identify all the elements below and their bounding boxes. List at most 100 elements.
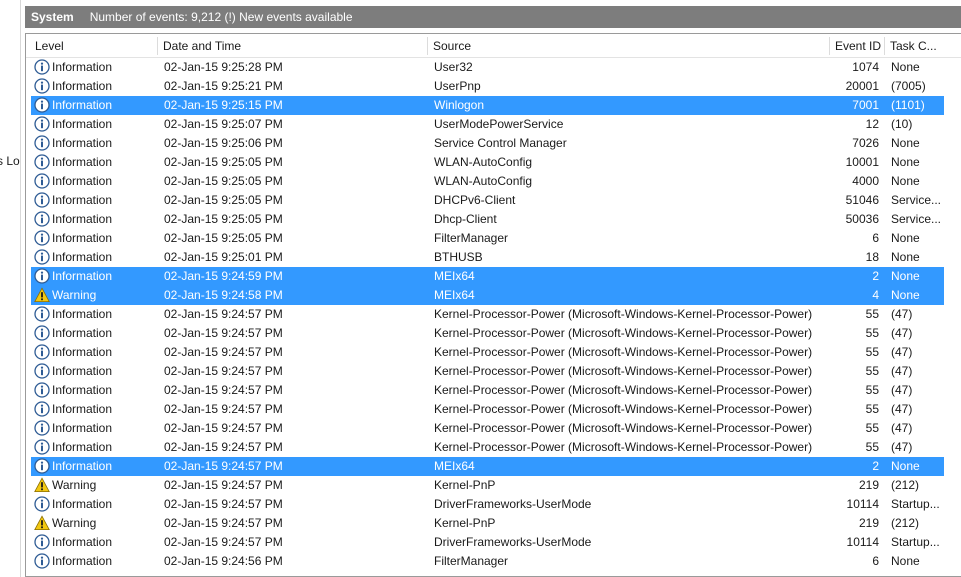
event-row[interactable]: Information 02-Jan-15 9:24:57 PM Kernel-Pr… bbox=[31, 419, 944, 438]
event-source: Kernel-Processor-Power (Microsoft-Window… bbox=[434, 421, 813, 435]
column-header-event-id[interactable]: Event ID bbox=[835, 34, 885, 57]
event-row[interactable]: Warning 02-Jan-15 9:24:57 PM Kernel-PnP 219… bbox=[31, 476, 944, 495]
navigation-pane-edge: s Lo bbox=[0, 0, 25, 577]
event-row[interactable]: Information 02-Jan-15 9:24:57 PM Kernel-Pr… bbox=[31, 324, 944, 343]
event-row[interactable]: Information 02-Jan-15 9:24:57 PM Kernel-Pr… bbox=[31, 400, 944, 419]
event-row[interactable]: Information 02-Jan-15 9:24:56 PM FilterMan… bbox=[31, 552, 944, 571]
log-header-bar: System Number of events: 9,212 (!) New e… bbox=[25, 6, 961, 28]
event-row[interactable]: Information 02-Jan-15 9:24:57 PM DriverFra… bbox=[31, 495, 944, 514]
event-task-category: (47) bbox=[891, 307, 913, 321]
information-icon bbox=[34, 553, 50, 570]
warning-icon bbox=[34, 515, 50, 532]
event-source: UserPnp bbox=[434, 79, 481, 93]
event-id: 4 bbox=[872, 288, 879, 302]
event-row[interactable]: Information 02-Jan-15 9:25:15 PM Winlogon 7… bbox=[31, 96, 944, 115]
event-row[interactable]: Information 02-Jan-15 9:25:06 PM Service C… bbox=[31, 134, 944, 153]
event-row[interactable]: Information 02-Jan-15 9:24:57 PM Kernel-Pr… bbox=[31, 438, 944, 457]
event-id: 10001 bbox=[845, 155, 879, 169]
event-id: 55 bbox=[865, 307, 879, 321]
column-header-date[interactable]: Date and Time bbox=[163, 34, 423, 57]
event-task-category: None bbox=[891, 60, 920, 74]
event-id: 10114 bbox=[846, 535, 879, 549]
event-level: Information bbox=[52, 155, 113, 169]
event-date-time: 02-Jan-15 9:24:57 PM bbox=[164, 421, 283, 435]
event-row[interactable]: Information 02-Jan-15 9:25:05 PM DHCPv6-Cl… bbox=[31, 191, 944, 210]
event-row[interactable]: Information 02-Jan-15 9:24:59 PM MEIx64 2 No… bbox=[31, 267, 944, 286]
event-source: Kernel-Processor-Power (Microsoft-Window… bbox=[434, 326, 813, 340]
event-id: 219 bbox=[858, 478, 879, 492]
event-row[interactable]: Information 02-Jan-15 9:25:28 PM User32 107… bbox=[31, 58, 944, 77]
information-icon bbox=[34, 78, 50, 95]
event-task-category: (47) bbox=[891, 440, 913, 454]
log-name: System bbox=[31, 10, 74, 24]
event-date-time: 02-Jan-15 9:24:57 PM bbox=[164, 459, 283, 473]
column-header-level[interactable]: Level bbox=[35, 34, 155, 57]
event-source: Kernel-Processor-Power (Microsoft-Window… bbox=[434, 364, 813, 378]
event-task-category: (47) bbox=[891, 345, 913, 359]
event-row[interactable]: Information 02-Jan-15 9:24:57 PM Kernel-Pr… bbox=[31, 305, 944, 324]
event-level: Information bbox=[52, 117, 113, 131]
event-source: BTHUSB bbox=[434, 250, 483, 264]
event-row[interactable]: Warning 02-Jan-15 9:24:58 PM MEIx64 4 None bbox=[31, 286, 944, 305]
event-source: DHCPv6-Client bbox=[434, 193, 516, 207]
event-id: 7026 bbox=[852, 136, 879, 150]
information-icon bbox=[34, 420, 50, 437]
event-source: User32 bbox=[434, 60, 473, 74]
event-task-category: None bbox=[891, 288, 920, 302]
event-row[interactable]: Information 02-Jan-15 9:25:05 PM FilterMan… bbox=[31, 229, 944, 248]
column-divider[interactable] bbox=[157, 37, 158, 55]
event-row[interactable]: Information 02-Jan-15 9:25:01 PM BTHUSB 18 N… bbox=[31, 248, 944, 267]
event-row[interactable]: Information 02-Jan-15 9:24:57 PM Kernel-Pr… bbox=[31, 362, 944, 381]
event-level: Information bbox=[52, 98, 113, 112]
information-icon bbox=[34, 401, 50, 418]
event-level: Information bbox=[52, 60, 113, 74]
event-task-category: None bbox=[891, 269, 920, 283]
event-row[interactable]: Information 02-Jan-15 9:25:05 PM Dhcp-Clie… bbox=[31, 210, 944, 229]
event-source: MEIx64 bbox=[434, 288, 475, 302]
event-row[interactable]: Information 02-Jan-15 9:24:57 PM Kernel-Pr… bbox=[31, 343, 944, 362]
event-row[interactable]: Information 02-Jan-15 9:25:21 PM UserPnp 20… bbox=[31, 77, 944, 96]
column-divider[interactable] bbox=[427, 37, 428, 55]
event-source: WLAN-AutoConfig bbox=[434, 174, 533, 188]
event-id: 55 bbox=[865, 364, 879, 378]
event-task-category: (47) bbox=[891, 402, 913, 416]
event-task-category: (47) bbox=[891, 326, 913, 340]
event-task-category: Startup... bbox=[891, 497, 940, 511]
event-level: Information bbox=[52, 79, 113, 93]
event-task-category: None bbox=[891, 231, 920, 245]
event-source: FilterManager bbox=[434, 554, 509, 568]
event-row[interactable]: Information 02-Jan-15 9:25:07 PM UserModeP… bbox=[31, 115, 944, 134]
information-icon bbox=[34, 439, 50, 456]
event-row[interactable]: Information 02-Jan-15 9:25:05 PM WLAN-Auto… bbox=[31, 172, 944, 191]
event-task-category: None bbox=[891, 459, 920, 473]
event-date-time: 02-Jan-15 9:24:57 PM bbox=[164, 345, 283, 359]
event-source: Service Control Manager bbox=[434, 136, 567, 150]
event-date-time: 02-Jan-15 9:24:56 PM bbox=[164, 554, 283, 568]
information-icon bbox=[34, 135, 50, 152]
event-row[interactable]: Information 02-Jan-15 9:24:57 PM Kernel-Pr… bbox=[31, 381, 944, 400]
information-icon bbox=[34, 173, 50, 190]
event-row[interactable]: Information 02-Jan-15 9:24:57 PM DriverFra… bbox=[31, 533, 944, 552]
event-source: MEIx64 bbox=[434, 459, 475, 473]
event-source: Winlogon bbox=[434, 98, 485, 112]
event-date-time: 02-Jan-15 9:25:05 PM bbox=[164, 193, 283, 207]
event-row[interactable]: Warning 02-Jan-15 9:24:57 PM Kernel-PnP 219… bbox=[31, 514, 944, 533]
event-task-category: (10) bbox=[891, 117, 913, 131]
column-divider[interactable] bbox=[829, 37, 830, 55]
column-header-source[interactable]: Source bbox=[433, 34, 823, 57]
navigation-item-truncated[interactable]: s Lo bbox=[0, 154, 20, 168]
column-header-task-category[interactable]: Task C... bbox=[890, 34, 961, 57]
event-id: 2 bbox=[872, 459, 879, 473]
information-icon bbox=[34, 249, 50, 266]
event-row[interactable]: Information 02-Jan-15 9:25:05 PM WLAN-Auto… bbox=[31, 153, 944, 172]
event-source: Kernel-Processor-Power (Microsoft-Window… bbox=[434, 402, 813, 416]
column-divider[interactable] bbox=[884, 37, 885, 55]
warning-icon bbox=[34, 477, 50, 494]
information-icon bbox=[34, 382, 50, 399]
information-icon bbox=[34, 268, 50, 285]
event-date-time: 02-Jan-15 9:24:57 PM bbox=[164, 364, 283, 378]
events-grid: Level Date and Time Source Event ID Task… bbox=[25, 33, 961, 577]
event-level: Information bbox=[52, 136, 113, 150]
event-source: Kernel-Processor-Power (Microsoft-Window… bbox=[434, 383, 813, 397]
event-row[interactable]: Information 02-Jan-15 9:24:57 PM MEIx64 2 No… bbox=[31, 457, 944, 476]
